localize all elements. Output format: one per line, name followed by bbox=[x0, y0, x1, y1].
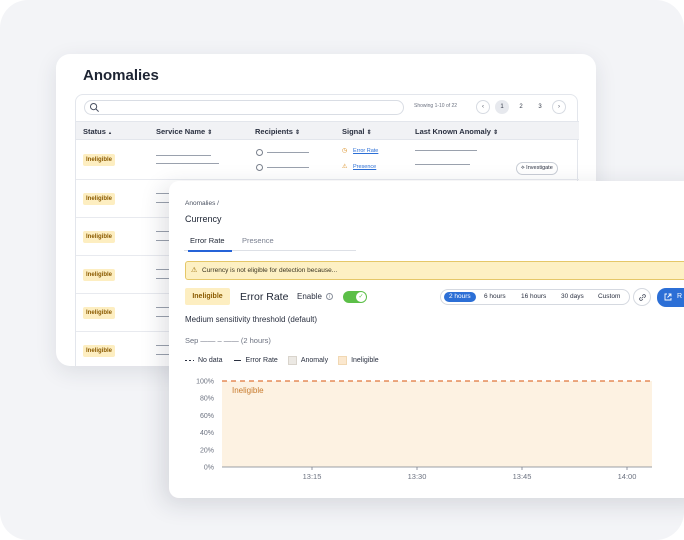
column-header-signal[interactable]: Signal ⇕ bbox=[342, 127, 372, 136]
signal-title: Error Rate bbox=[240, 291, 289, 303]
anomaly-time-placeholder bbox=[415, 164, 470, 165]
y-tick-label: 100% bbox=[196, 379, 214, 386]
time-range-30-days[interactable]: 30 days bbox=[561, 292, 584, 302]
page-1-button[interactable]: 1 bbox=[495, 100, 509, 114]
open-external-label: R bbox=[677, 293, 683, 300]
open-external-button[interactable]: R bbox=[657, 288, 684, 307]
solid-line-icon bbox=[233, 360, 241, 361]
y-tick-label: 20% bbox=[200, 447, 214, 454]
recipient-placeholder bbox=[267, 152, 309, 153]
legend-item-ineligible[interactable]: Ineligible bbox=[338, 356, 379, 365]
ineligible-warning-banner: ⚠ Currency is not eligible for detection… bbox=[185, 261, 684, 280]
investigate-icon: ⟡ bbox=[521, 165, 525, 171]
legend-item-no-data[interactable]: No data bbox=[185, 356, 223, 365]
status-badge: Ineligible bbox=[83, 307, 116, 319]
table-header: Status ▲ Service Name ⇕ Recipients ⇕ Sig… bbox=[76, 121, 579, 140]
check-icon: ✓ bbox=[356, 292, 366, 302]
page-title: Anomalies bbox=[83, 67, 159, 84]
results-count: Showing 1-10 of 22 bbox=[414, 103, 458, 109]
pagination: ‹ 1 2 3 › bbox=[476, 100, 566, 114]
page-2-button[interactable]: 2 bbox=[514, 100, 528, 114]
service-name-placeholder bbox=[156, 163, 219, 164]
external-link-icon bbox=[664, 293, 672, 301]
sort-icon: ⇕ bbox=[366, 130, 372, 136]
column-header-status[interactable]: Status ▲ bbox=[83, 127, 112, 136]
column-header-recipients[interactable]: Recipients ⇕ bbox=[255, 127, 300, 136]
column-header-service-name[interactable]: Service Name ⇕ bbox=[156, 127, 212, 136]
sort-icon: ⇕ bbox=[207, 130, 213, 136]
link-icon bbox=[639, 294, 646, 301]
chart-legend: No data Error Rate Anomaly Ineligible bbox=[185, 356, 379, 365]
legend-item-anomaly[interactable]: Anomaly bbox=[287, 356, 328, 365]
enable-toggle[interactable]: ✓ bbox=[343, 291, 367, 303]
dashed-line-icon bbox=[185, 360, 194, 361]
x-tick-label: 13:45 bbox=[513, 472, 532, 481]
tab-presence[interactable]: Presence bbox=[242, 236, 274, 245]
chevron-right-icon: › bbox=[558, 104, 560, 110]
sort-asc-icon: ▲ bbox=[108, 130, 112, 135]
clock-icon: ◷ bbox=[342, 148, 348, 154]
chevron-left-icon: ‹ bbox=[482, 104, 484, 110]
anomaly-swatch bbox=[287, 356, 297, 365]
breadcrumb[interactable]: Anomalies / bbox=[185, 200, 219, 207]
warning-text: Currency is not eligible for detection b… bbox=[202, 267, 338, 274]
info-icon[interactable]: i bbox=[326, 293, 333, 300]
sort-icon: ⇕ bbox=[493, 130, 499, 136]
time-range-2-hours[interactable]: 2 hours bbox=[444, 292, 476, 302]
signal-link-error-rate[interactable]: Error Rate bbox=[353, 148, 378, 154]
ineligible-region bbox=[222, 381, 652, 467]
table-row[interactable]: Ineligible ◷ Error Rate ⚠ Presence ⟡ Inv… bbox=[76, 140, 579, 180]
region-label: Ineligible bbox=[232, 386, 264, 395]
service-name-placeholder bbox=[156, 155, 211, 156]
status-badge: Ineligible bbox=[83, 269, 116, 281]
status-badge: Ineligible bbox=[185, 288, 230, 305]
status-badge: Ineligible bbox=[83, 193, 116, 205]
ineligible-swatch bbox=[338, 356, 348, 365]
time-range-6-hours[interactable]: 6 hours bbox=[484, 292, 506, 302]
tab-error-rate[interactable]: Error Rate bbox=[190, 236, 225, 245]
time-range-custom[interactable]: Custom bbox=[598, 292, 620, 302]
search-input[interactable] bbox=[84, 100, 404, 115]
date-range-label: Sep —— – —— (2 hours) bbox=[185, 336, 271, 345]
signal-tabs: Error Rate Presence bbox=[184, 231, 356, 252]
next-page-button[interactable]: › bbox=[552, 100, 566, 114]
signal-detail-panel: Anomalies / Currency Error Rate Presence… bbox=[169, 181, 684, 498]
x-tick-label: 14:00 bbox=[618, 472, 637, 481]
status-badge: Ineligible bbox=[83, 154, 116, 166]
sort-icon: ⇕ bbox=[295, 130, 301, 136]
page-3-button[interactable]: 3 bbox=[533, 100, 547, 114]
anomaly-time-placeholder bbox=[415, 150, 477, 151]
search-icon bbox=[89, 102, 99, 112]
copy-link-button[interactable] bbox=[633, 288, 651, 306]
signal-link-presence[interactable]: Presence bbox=[353, 164, 376, 170]
column-header-last-known-anomaly[interactable]: Last Known Anomaly ⇕ bbox=[415, 127, 498, 136]
y-tick-label: 80% bbox=[200, 396, 214, 403]
x-tick-label: 13:15 bbox=[303, 472, 322, 481]
active-tab-indicator bbox=[188, 250, 232, 252]
recipient-placeholder bbox=[267, 167, 309, 168]
time-range-selector: 2 hours 6 hours 16 hours 30 days Custom bbox=[440, 289, 630, 305]
y-tick-label: 0% bbox=[204, 465, 214, 472]
time-range-16-hours[interactable]: 16 hours bbox=[521, 292, 546, 302]
globe-icon bbox=[256, 164, 263, 171]
threshold-label: Medium sensitivity threshold (default) bbox=[185, 315, 318, 324]
investigate-button[interactable]: ⟡ Investigate bbox=[516, 162, 558, 175]
x-tick-label: 13:30 bbox=[408, 472, 427, 481]
prev-page-button[interactable]: ‹ bbox=[476, 100, 490, 114]
error-rate-chart: 100% 80% 60% 40% 20% 0% Ineligible 13:15 13:30 13… bbox=[196, 379, 652, 481]
enable-label: Enable bbox=[297, 292, 322, 301]
service-title: Currency bbox=[185, 214, 222, 224]
warning-icon: ⚠ bbox=[342, 164, 348, 170]
legend-item-error-rate[interactable]: Error Rate bbox=[233, 356, 278, 365]
y-tick-label: 60% bbox=[200, 413, 214, 420]
warning-icon: ⚠ bbox=[191, 267, 198, 274]
globe-icon bbox=[256, 149, 263, 156]
y-tick-label: 40% bbox=[200, 430, 214, 437]
status-badge: Ineligible bbox=[83, 231, 116, 243]
status-badge: Ineligible bbox=[83, 345, 116, 357]
